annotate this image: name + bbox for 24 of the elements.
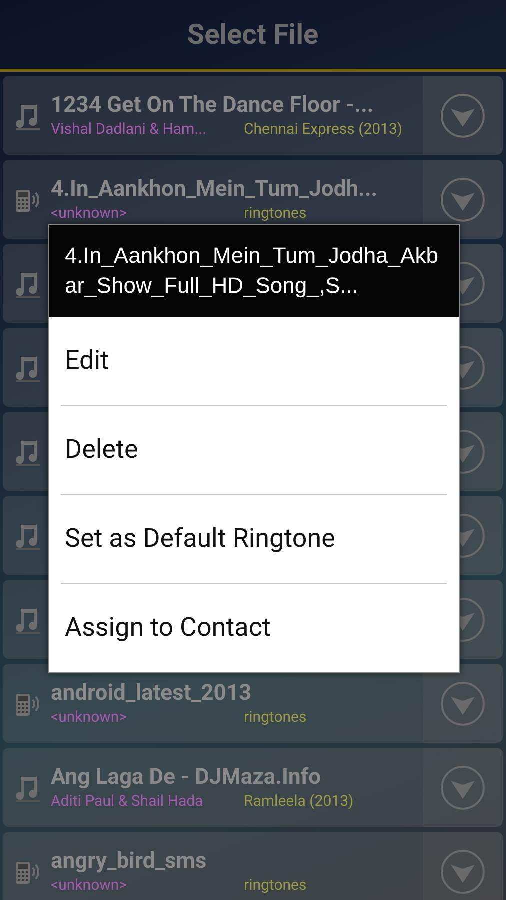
artist-name: <unknown> (51, 876, 128, 894)
file-row[interactable]: angry_bird_sms <unknown> ringtones (3, 832, 503, 900)
dialog-title: 4.In_Aankhon_Mein_Tum_Jodha_Akbar_Show_Full_HD_Song_,S... (49, 225, 459, 317)
file-name: Ang Laga De - DJMaza.Info (51, 765, 322, 790)
artist-name: <unknown> (51, 708, 128, 726)
file-name: angry_bird_sms (51, 849, 208, 874)
file-row[interactable]: Ang Laga De - DJMaza.Info Aditi Paul & Shail Hada Ramleela (2013) (3, 748, 503, 827)
menu-item[interactable]: Edit (61, 317, 447, 405)
artist-name: Vishal Dadlani & Ham... (51, 120, 208, 138)
album-name: ringtones (244, 708, 307, 726)
file-name: android_latest_2013 (51, 681, 253, 706)
album-name: Ramleela (2013) (244, 792, 354, 810)
artist-name: Aditi Paul & Shail Hada (51, 792, 204, 810)
artist-name: <unknown> (51, 204, 128, 222)
screen-title: Select File (187, 18, 319, 51)
album-name: Chennai Express (2013) (244, 120, 403, 138)
menu-item[interactable]: Delete (61, 406, 447, 494)
file-name: 4.In_Aankhon_Mein_Tum_Jodh... (51, 177, 379, 202)
file-name: 1234 Get On The Dance Floor -... (51, 93, 375, 118)
album-name: ringtones (244, 876, 307, 894)
file-row[interactable]: 1234 Get On The Dance Floor -... Vishal Dadlani & Ham... Chennai Express (2013) (3, 76, 503, 155)
album-name: ringtones (244, 204, 307, 222)
menu-item[interactable]: Set as Default Ringtone (61, 495, 447, 583)
file-row[interactable]: android_latest_2013 <unknown> ringtones (3, 664, 503, 743)
